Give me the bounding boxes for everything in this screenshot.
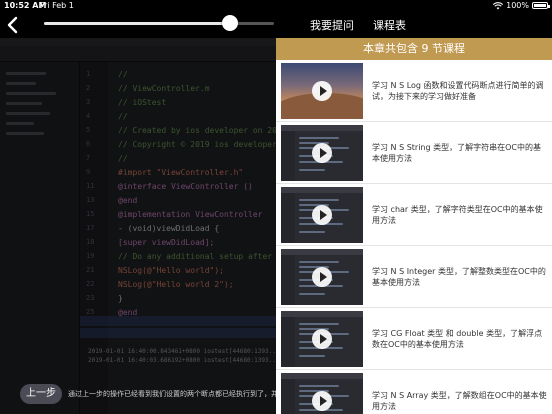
lesson-title: 学习 N S Log 函数和设置代码断点进行简单的调试，为接下来的学习做好准备 (372, 81, 544, 101)
lesson-title: 学习 CG Float 类型 和 double 类型，了解浮点数在OC中的基本使… (372, 329, 543, 349)
lesson-item[interactable]: 学习 N S Integer 类型，了解整数类型在OC中的基本使用方法 (276, 246, 552, 308)
play-icon[interactable] (312, 205, 332, 225)
play-icon[interactable] (312, 329, 332, 349)
status-bar: 10:52 AM Fri Feb 1 100% (0, 0, 552, 12)
back-arrow-icon[interactable] (4, 14, 22, 36)
subtitle-text: 通过上一步的操作已经看到我们设置的两个断点都已经执行到了，并且在控制台中 (68, 390, 276, 398)
lesson-item[interactable]: 学习 N S Log 函数和设置代码断点进行简单的调试，为接下来的学习做好准备 (276, 60, 552, 122)
progress-slider[interactable] (44, 15, 274, 31)
lesson-thumbnail[interactable] (281, 63, 363, 119)
status-right: 100% (493, 1, 550, 10)
lesson-thumbnail[interactable] (281, 311, 363, 367)
play-icon[interactable] (312, 81, 332, 101)
play-icon[interactable] (312, 143, 332, 163)
prev-step-button[interactable]: 上一步 (20, 384, 62, 404)
lesson-thumbnail[interactable] (281, 249, 363, 305)
play-icon[interactable] (312, 391, 332, 411)
player-topbar: 我要提问 课程表 (0, 12, 552, 38)
schedule-button[interactable]: 课程表 (373, 17, 406, 33)
ask-question-button[interactable]: 我要提问 (310, 17, 354, 33)
lesson-item[interactable]: 学习 N S Array 类型，了解数组在OC中的基本使用方法 (276, 370, 552, 414)
lesson-item[interactable]: 学习 char 类型，了解字符类型在OC中的基本使用方法 (276, 184, 552, 246)
lesson-title: 学习 N S Array 类型，了解数组在OC中的基本使用方法 (372, 391, 547, 411)
progress-slider-thumb[interactable] (222, 15, 239, 31)
lesson-panel-header: 本章共包含 9 节课程 (276, 38, 552, 60)
lesson-thumbnail[interactable] (281, 373, 363, 414)
lesson-item[interactable]: 学习 N S String 类型，了解字符串在OC中的基本使用方法 (276, 122, 552, 184)
lesson-item[interactable]: 学习 CG Float 类型 和 double 类型，了解浮点数在OC中的基本使… (276, 308, 552, 370)
lesson-panel: 本章共包含 9 节课程 学习 N S Log 函数和设置代码断点进行简单的调试，… (276, 38, 552, 414)
play-icon[interactable] (312, 267, 332, 287)
wifi-icon (493, 1, 504, 9)
status-date: Fri Feb 1 (40, 1, 74, 10)
player-bottombar: 上一步 通过上一步的操作已经看到我们设置的两个断点都已经执行到了，并且在控制台中 (0, 380, 276, 414)
battery-percent: 100% (506, 1, 529, 10)
battery-icon (532, 2, 550, 9)
lesson-title: 学习 N S String 类型，了解字符串在OC中的基本使用方法 (372, 143, 541, 163)
lesson-thumbnail[interactable] (281, 125, 363, 181)
lesson-thumbnail[interactable] (281, 187, 363, 243)
lesson-title: 学习 N S Integer 类型，了解整数类型在OC中的基本使用方法 (372, 267, 546, 287)
lesson-title: 学习 char 类型，了解字符类型在OC中的基本使用方法 (372, 205, 543, 225)
